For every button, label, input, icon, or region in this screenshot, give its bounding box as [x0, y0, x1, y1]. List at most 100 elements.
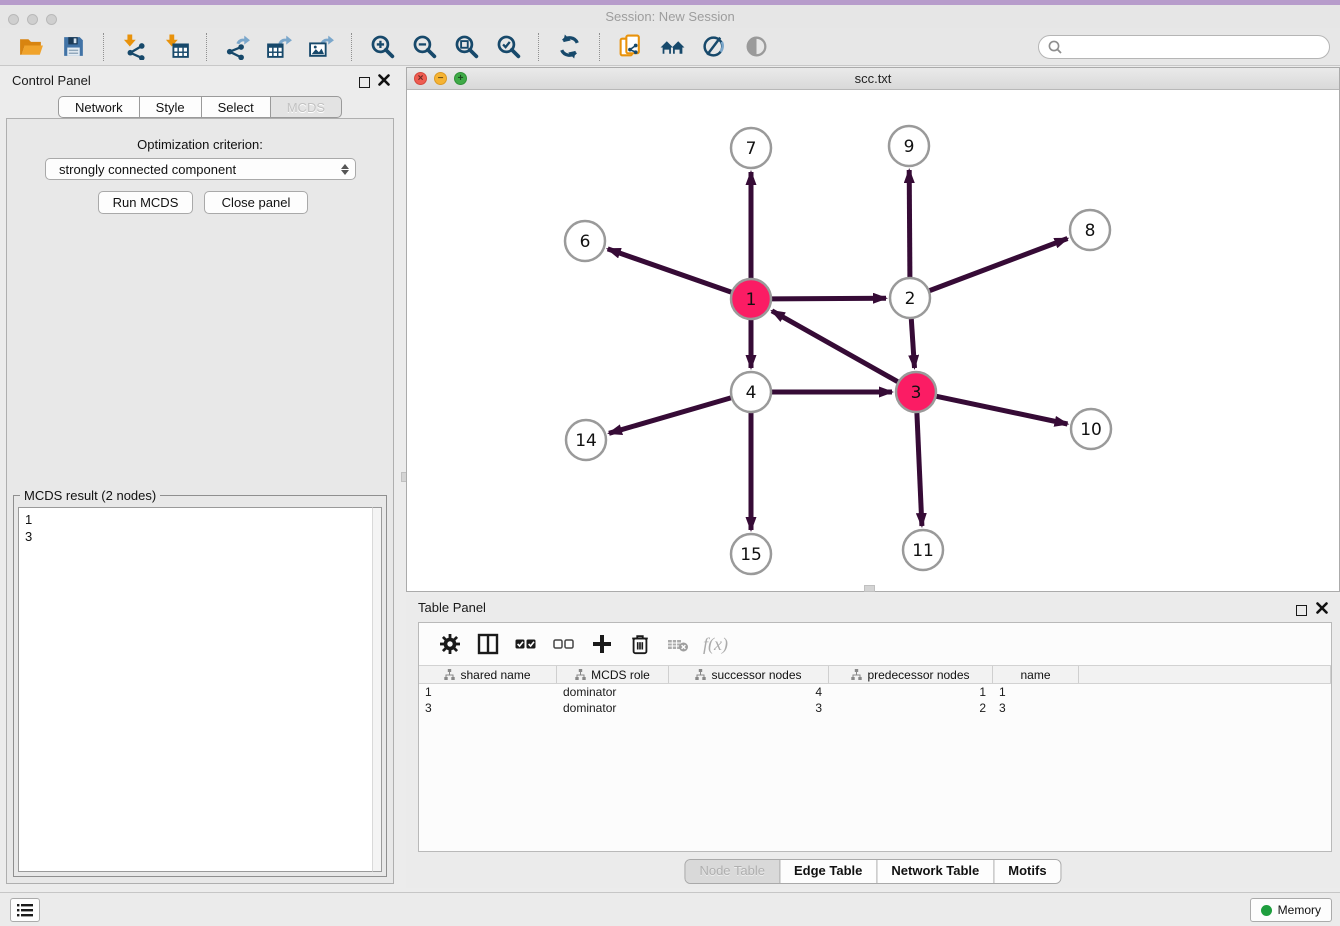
node-2[interactable]: 2: [890, 278, 930, 318]
network-window-title: scc.txt: [855, 71, 892, 86]
mcds-result-text[interactable]: 1 3: [18, 507, 372, 872]
apply-layout-icon: [556, 33, 583, 60]
node-3[interactable]: 3: [896, 372, 936, 412]
run-mcds-button[interactable]: Run MCDS: [98, 191, 193, 214]
window-controls: [8, 14, 57, 25]
tab-motifs[interactable]: Motifs: [994, 860, 1060, 883]
column-settings-button[interactable]: [435, 629, 465, 659]
horizontal-splitter-grip[interactable]: [864, 585, 875, 592]
node-label: 1: [746, 290, 757, 310]
first-neighbors-button[interactable]: [656, 31, 688, 63]
plus-icon: [591, 633, 613, 655]
delete-column-button[interactable]: [625, 629, 655, 659]
close-window-button[interactable]: [8, 14, 19, 25]
zoom-out-icon: [411, 33, 438, 60]
apply-layout-button[interactable]: [553, 31, 585, 63]
close-table-panel-icon[interactable]: [1316, 601, 1328, 619]
export-network-button[interactable]: [221, 31, 253, 63]
function-builder-button[interactable]: f(x): [703, 634, 728, 655]
close-panel-icon[interactable]: [378, 73, 390, 91]
node-10[interactable]: 10: [1071, 409, 1111, 449]
task-history-button[interactable]: [10, 898, 40, 922]
criterion-dropdown[interactable]: strongly connected component: [45, 158, 356, 180]
export-image-button[interactable]: [305, 31, 337, 63]
deselect-all-button[interactable]: [549, 629, 579, 659]
open-session-button[interactable]: [15, 31, 47, 63]
edge-2-8[interactable]: [930, 239, 1068, 291]
close-panel-button[interactable]: Close panel: [204, 191, 308, 214]
tab-edge-table[interactable]: Edge Table: [780, 860, 877, 883]
toolbar-separator: [351, 33, 352, 61]
edge-3-11[interactable]: [917, 413, 922, 526]
zoom-out-button[interactable]: [408, 31, 440, 63]
float-table-panel-icon[interactable]: [1296, 605, 1307, 616]
edge-1-2[interactable]: [772, 298, 886, 299]
node-4[interactable]: 4: [731, 372, 771, 412]
float-panel-icon[interactable]: [359, 77, 370, 88]
import-network-icon: [121, 33, 148, 60]
clone-network-button[interactable]: [614, 31, 646, 63]
network-minimize-button[interactable]: −: [434, 72, 447, 85]
table-header-row: shared name MCDS role successor nodesprede…: [419, 665, 1331, 684]
node-15[interactable]: 15: [731, 534, 771, 574]
save-session-button[interactable]: [57, 31, 89, 63]
column-header-successor-nodes[interactable]: successor nodes: [669, 666, 829, 683]
network-canvas[interactable]: 7 9 6 8 1 2 4 3 14 10 15 11: [407, 90, 1339, 591]
edge-3-10[interactable]: [937, 396, 1068, 424]
toolbar-separator: [538, 33, 539, 61]
node-9[interactable]: 9: [889, 126, 929, 166]
node-label: 9: [904, 137, 915, 157]
show-hide-icon: [743, 33, 770, 60]
search-input[interactable]: [1063, 40, 1321, 54]
network-maximize-button[interactable]: +: [454, 72, 467, 85]
minimize-window-button[interactable]: [27, 14, 38, 25]
table-row[interactable]: 1dominator411: [419, 684, 1331, 700]
add-column-button[interactable]: [587, 629, 617, 659]
zoom-selected-button[interactable]: [492, 31, 524, 63]
column-header-label: MCDS role: [591, 668, 650, 682]
edge-2-9[interactable]: [909, 170, 910, 277]
show-style-button[interactable]: [698, 31, 730, 63]
zoom-fit-button[interactable]: [450, 31, 482, 63]
table-row[interactable]: 3dominator323: [419, 700, 1331, 716]
tab-style[interactable]: Style: [139, 96, 201, 118]
tab-mcds[interactable]: MCDS: [270, 96, 342, 118]
column-header-MCDS-role[interactable]: MCDS role: [557, 666, 669, 683]
show-hide-button[interactable]: [740, 31, 772, 63]
column-header-predecessor-nodes[interactable]: predecessor nodes: [829, 666, 993, 683]
maximize-window-button[interactable]: [46, 14, 57, 25]
column-header-label: shared name: [460, 668, 530, 682]
node-7[interactable]: 7: [731, 128, 771, 168]
mcds-panel: Optimization criterion: strongly connect…: [6, 118, 394, 884]
select-all-button[interactable]: [511, 629, 541, 659]
edge-1-6[interactable]: [608, 249, 732, 292]
zoom-in-button[interactable]: [366, 31, 398, 63]
edge-3-1[interactable]: [772, 311, 898, 382]
node-label: 11: [912, 541, 934, 561]
edge-4-14[interactable]: [609, 398, 731, 433]
network-close-button[interactable]: ×: [414, 72, 427, 85]
node-11[interactable]: 11: [903, 530, 943, 570]
tab-network-table[interactable]: Network Table: [877, 860, 994, 883]
import-network-button[interactable]: [118, 31, 150, 63]
split-view-button[interactable]: [473, 629, 503, 659]
column-header-name[interactable]: name: [993, 666, 1079, 683]
export-table-button[interactable]: [263, 31, 295, 63]
tab-network[interactable]: Network: [58, 96, 139, 118]
tab-node-table[interactable]: Node Table: [685, 860, 780, 883]
memory-button[interactable]: Memory: [1250, 898, 1332, 922]
import-table-button[interactable]: [160, 31, 192, 63]
mcds-result-title: MCDS result (2 nodes): [20, 488, 160, 503]
mcds-result-scrollbar[interactable]: [372, 507, 382, 872]
column-header-shared-name[interactable]: shared name: [419, 666, 557, 683]
node-6[interactable]: 6: [565, 221, 605, 261]
edges-layer: [608, 170, 1068, 530]
node-8[interactable]: 8: [1070, 210, 1110, 250]
cell-predecessor-nodes: 1: [829, 684, 993, 700]
node-14[interactable]: 14: [566, 420, 606, 460]
delete-table-button[interactable]: [663, 629, 693, 659]
tab-select[interactable]: Select: [201, 96, 270, 118]
node-1[interactable]: 1: [731, 279, 771, 319]
trash-icon: [629, 633, 651, 655]
edge-2-3[interactable]: [911, 319, 914, 368]
